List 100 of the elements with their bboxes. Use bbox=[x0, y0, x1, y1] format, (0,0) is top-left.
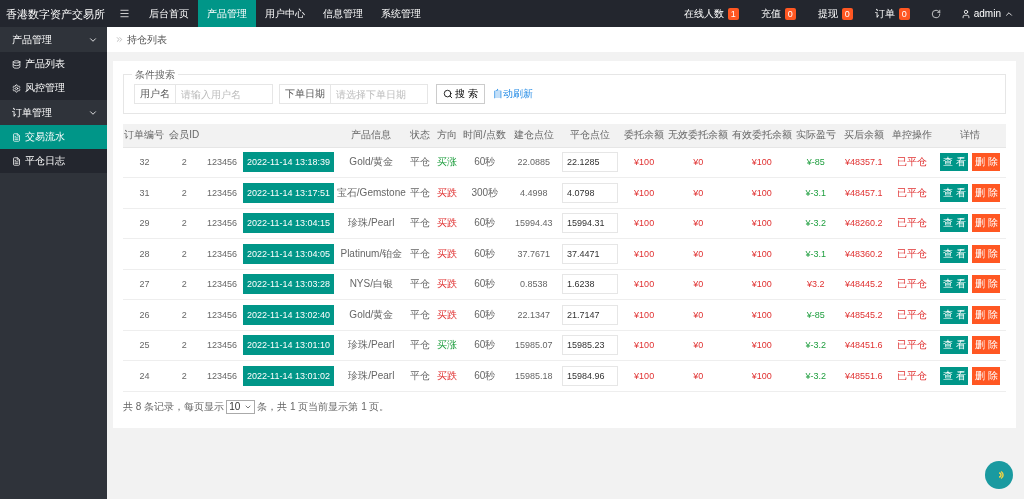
user-icon bbox=[960, 8, 971, 19]
table-cell: 123456 bbox=[207, 340, 238, 351]
chevrons-icon bbox=[115, 35, 124, 44]
profit-cell: ¥-3.2 bbox=[805, 370, 827, 381]
column-header: 会员ID bbox=[169, 129, 200, 141]
refresh-icon[interactable] bbox=[930, 8, 941, 19]
period-cell: 60秒 bbox=[474, 278, 496, 290]
nav-tab[interactable]: 后台首页 bbox=[140, 0, 198, 27]
order-id-cell: 32 bbox=[139, 157, 150, 168]
view-button[interactable]: 查 看 bbox=[940, 305, 969, 324]
product-cell: Gold/黄金 bbox=[349, 308, 394, 320]
period-cell: 300秒 bbox=[471, 186, 499, 198]
view-button[interactable]: 查 看 bbox=[940, 366, 969, 385]
member-id-cell: 2 bbox=[181, 248, 187, 259]
view-button[interactable]: 查 看 bbox=[940, 244, 969, 263]
balance-cell: ¥48457.1 bbox=[845, 187, 883, 198]
amount-cell: ¥100 bbox=[751, 157, 772, 168]
open-price-cell: 0.8538 bbox=[520, 279, 548, 290]
direction-cell: 买涨 bbox=[436, 339, 457, 351]
counter-label[interactable]: 在线人数 bbox=[683, 6, 724, 21]
amount-cell: ¥100 bbox=[751, 370, 772, 381]
member-id-cell: 2 bbox=[181, 187, 187, 198]
search-field[interactable]: 请输入用户名 bbox=[175, 84, 273, 104]
period-cell: 60秒 bbox=[474, 308, 496, 320]
order-id-cell: 28 bbox=[139, 248, 150, 259]
view-button[interactable]: 查 看 bbox=[940, 153, 969, 172]
count-badge: 0 bbox=[898, 7, 910, 20]
amount-cell: ¥0 bbox=[693, 340, 704, 351]
status-cell: 平仓 bbox=[410, 217, 431, 229]
column-header: 建仓点位 bbox=[513, 129, 554, 141]
menu-icon[interactable] bbox=[119, 8, 130, 19]
table-cell: 123456 bbox=[207, 157, 238, 168]
page-size-select[interactable]: 10 bbox=[226, 399, 256, 414]
counter-label[interactable]: 提现 bbox=[817, 6, 838, 21]
status-cell: 平仓 bbox=[410, 156, 431, 168]
product-cell: Gold/黄金 bbox=[349, 156, 394, 168]
view-button[interactable]: 查 看 bbox=[940, 275, 969, 294]
balance-cell: ¥48360.2 bbox=[845, 248, 883, 259]
member-id-cell: 2 bbox=[181, 218, 187, 229]
view-button[interactable]: 查 看 bbox=[940, 183, 969, 202]
product-cell: 珍珠/Pearl bbox=[348, 369, 395, 381]
balance-cell: ¥48357.1 bbox=[845, 157, 883, 168]
control-status-cell: 已平仓 bbox=[896, 217, 927, 229]
auto-refresh-link[interactable]: 自动刷新 bbox=[492, 87, 533, 101]
time-tag: 2022-11-14 13:04:15 bbox=[243, 213, 334, 234]
member-id-cell: 2 bbox=[181, 370, 187, 381]
column-header: 方向 bbox=[436, 129, 457, 141]
counter-label[interactable]: 充值 bbox=[760, 6, 781, 21]
view-button[interactable]: 查 看 bbox=[940, 214, 969, 233]
close-price-field[interactable]: 21.7147 bbox=[561, 304, 618, 325]
close-price-field[interactable]: 22.1285 bbox=[561, 152, 618, 173]
counter-label[interactable]: 订单 bbox=[874, 6, 895, 21]
status-cell: 平仓 bbox=[410, 339, 431, 351]
amount-cell: ¥100 bbox=[751, 309, 772, 320]
period-cell: 60秒 bbox=[474, 369, 496, 381]
count-badge: 0 bbox=[841, 7, 853, 20]
close-price-field[interactable]: 1.6238 bbox=[561, 274, 618, 295]
document-icon bbox=[12, 156, 21, 166]
time-tag: 2022-11-14 13:04:05 bbox=[243, 243, 334, 264]
gear-icon bbox=[12, 83, 21, 93]
control-status-cell: 已平仓 bbox=[896, 308, 927, 320]
user-name[interactable]: admin bbox=[973, 8, 1001, 19]
view-button[interactable]: 查 看 bbox=[940, 336, 969, 355]
column-header: 时间/点数 bbox=[463, 129, 507, 141]
control-status-cell: 已平仓 bbox=[896, 278, 927, 290]
direction-cell: 买跌 bbox=[436, 217, 457, 229]
balance-cell: ¥48451.6 bbox=[845, 340, 883, 351]
nav-tab[interactable]: 产品管理 bbox=[198, 0, 256, 27]
close-price-field[interactable]: 37.4471 bbox=[561, 243, 618, 264]
close-price-field[interactable]: 4.0798 bbox=[561, 182, 618, 203]
nav-tab[interactable]: 系统管理 bbox=[372, 0, 430, 27]
open-price-cell: 22.0885 bbox=[517, 157, 551, 168]
count-badge: 1 bbox=[727, 7, 739, 20]
order-id-cell: 31 bbox=[139, 187, 150, 198]
status-cell: 平仓 bbox=[410, 308, 431, 320]
nav-tab[interactable]: 信息管理 bbox=[314, 0, 372, 27]
status-cell: 平仓 bbox=[410, 278, 431, 290]
column-header: 单控操作 bbox=[891, 129, 932, 141]
member-id-cell: 2 bbox=[181, 309, 187, 320]
product-cell: 珍珠/Pearl bbox=[348, 339, 395, 351]
amount-cell: ¥0 bbox=[693, 279, 704, 290]
amount-cell: ¥0 bbox=[693, 187, 704, 198]
open-price-cell: 15985.07 bbox=[515, 340, 553, 351]
close-price-field[interactable]: 15984.96 bbox=[561, 365, 618, 386]
amount-cell: ¥100 bbox=[634, 340, 655, 351]
nav-tab[interactable]: 用户中心 bbox=[256, 0, 314, 27]
search-button[interactable]: 搜 索 bbox=[436, 84, 485, 104]
count-badge: 0 bbox=[784, 7, 796, 20]
column-header: 详情 bbox=[960, 129, 981, 141]
amount-cell: ¥100 bbox=[634, 157, 655, 168]
close-price-field[interactable]: 15985.23 bbox=[561, 335, 618, 356]
status-cell: 平仓 bbox=[410, 186, 431, 198]
status-cell: 平仓 bbox=[410, 369, 431, 381]
open-price-cell: 15985.18 bbox=[515, 370, 553, 381]
close-price-field[interactable]: 15994.31 bbox=[561, 213, 618, 234]
chat-button[interactable] bbox=[985, 461, 1013, 489]
control-status-cell: 已平仓 bbox=[896, 369, 927, 381]
member-id-cell: 2 bbox=[181, 157, 187, 168]
product-cell: 宝石/Gemstone bbox=[336, 186, 406, 198]
table-cell: 123456 bbox=[207, 218, 238, 229]
